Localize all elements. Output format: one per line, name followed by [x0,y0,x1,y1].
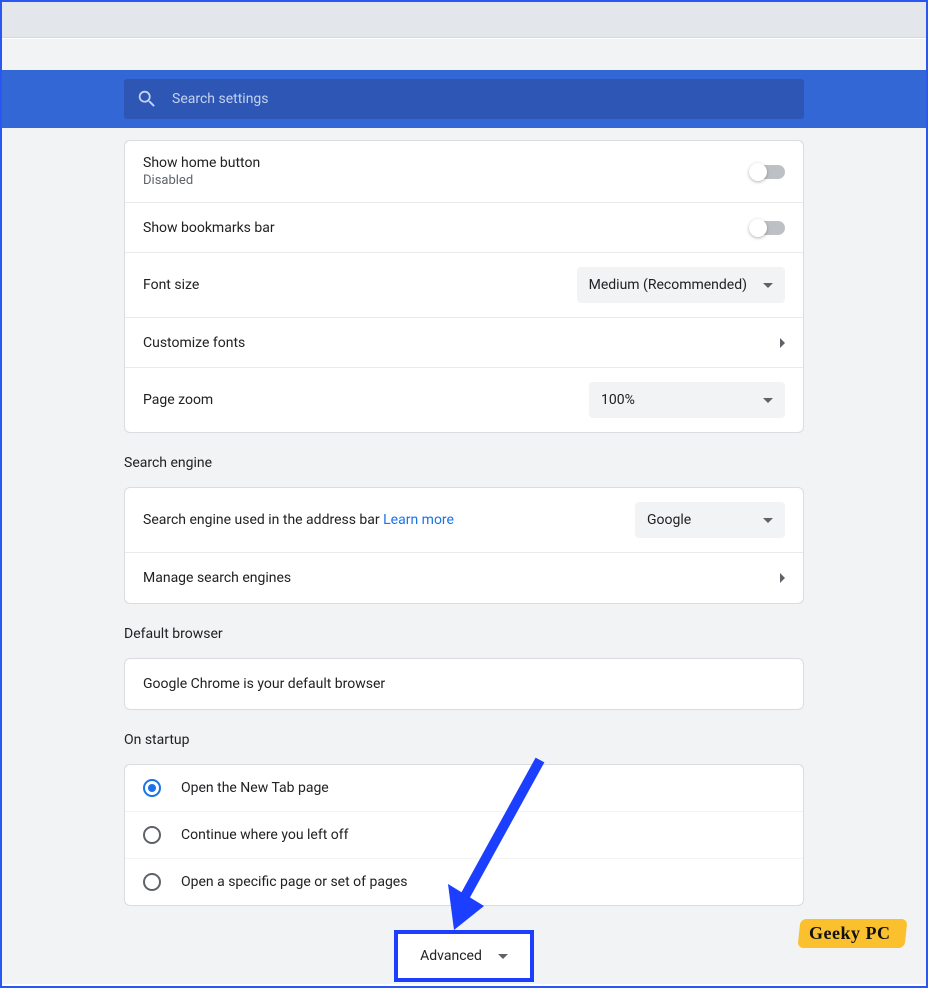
default-browser-card: Google Chrome is your default browser [124,658,804,710]
font-size-label: Font size [143,277,199,293]
search-engine-row: Search engine used in the address bar Le… [125,488,803,553]
startup-option-label: Continue where you left off [181,827,349,843]
page-zoom-value: 100% [601,392,635,408]
watermark: Geeky PC [799,919,904,948]
learn-more-link[interactable]: Learn more [383,512,454,528]
caret-down-icon [763,518,773,523]
show-bookmarks-row[interactable]: Show bookmarks bar [125,203,803,253]
font-size-row: Font size Medium (Recommended) [125,253,803,318]
font-size-select[interactable]: Medium (Recommended) [577,267,785,303]
startup-option-new-tab[interactable]: Open the New Tab page [125,765,803,812]
show-bookmarks-label: Show bookmarks bar [143,220,275,236]
radio-unselected-icon [143,826,161,844]
search-icon [136,88,158,110]
show-home-toggle[interactable] [751,165,785,179]
default-browser-title: Default browser [124,604,804,658]
settings-scroll-area: Show home button Disabled Show bookmarks… [2,128,926,984]
startup-option-label: Open the New Tab page [181,780,329,796]
show-home-status: Disabled [143,173,260,188]
default-browser-row: Google Chrome is your default browser [125,659,803,709]
radio-unselected-icon [143,873,161,891]
caret-down-icon [498,954,508,959]
startup-option-specific[interactable]: Open a specific page or set of pages [125,859,803,905]
on-startup-card: Open the New Tab page Continue where you… [124,764,804,906]
browser-toolbar [2,38,926,70]
radio-selected-icon [143,779,161,797]
advanced-button[interactable]: Advanced [394,930,534,982]
settings-header [2,70,926,128]
manage-search-engines-label: Manage search engines [143,570,291,586]
search-settings-box[interactable] [124,79,804,119]
manage-search-engines-row[interactable]: Manage search engines [125,553,803,603]
show-home-button-row[interactable]: Show home button Disabled [125,141,803,203]
customize-fonts-row[interactable]: Customize fonts [125,318,803,368]
startup-option-continue[interactable]: Continue where you left off [125,812,803,859]
search-engine-select[interactable]: Google [635,502,785,538]
customize-fonts-label: Customize fonts [143,335,245,351]
page-zoom-label: Page zoom [143,392,213,408]
advanced-label: Advanced [420,948,482,964]
browser-tab-strip [2,2,926,38]
startup-option-label: Open a specific page or set of pages [181,874,407,890]
caret-down-icon [763,398,773,403]
show-bookmarks-toggle[interactable] [751,221,785,235]
search-input[interactable] [172,91,792,107]
search-engine-title: Search engine [124,433,804,487]
search-engine-value: Google [647,512,691,528]
default-browser-status: Google Chrome is your default browser [143,676,385,692]
caret-down-icon [763,283,773,288]
appearance-card: Show home button Disabled Show bookmarks… [124,140,804,433]
search-engine-label: Search engine used in the address bar [143,512,380,528]
search-engine-card: Search engine used in the address bar Le… [124,487,804,604]
chevron-right-icon [780,573,785,583]
watermark-text: Geeky PC [809,923,890,944]
font-size-value: Medium (Recommended) [589,277,747,293]
chevron-right-icon [780,338,785,348]
on-startup-title: On startup [124,710,804,764]
show-home-label: Show home button [143,155,260,171]
page-zoom-row: Page zoom 100% [125,368,803,432]
page-zoom-select[interactable]: 100% [589,382,785,418]
